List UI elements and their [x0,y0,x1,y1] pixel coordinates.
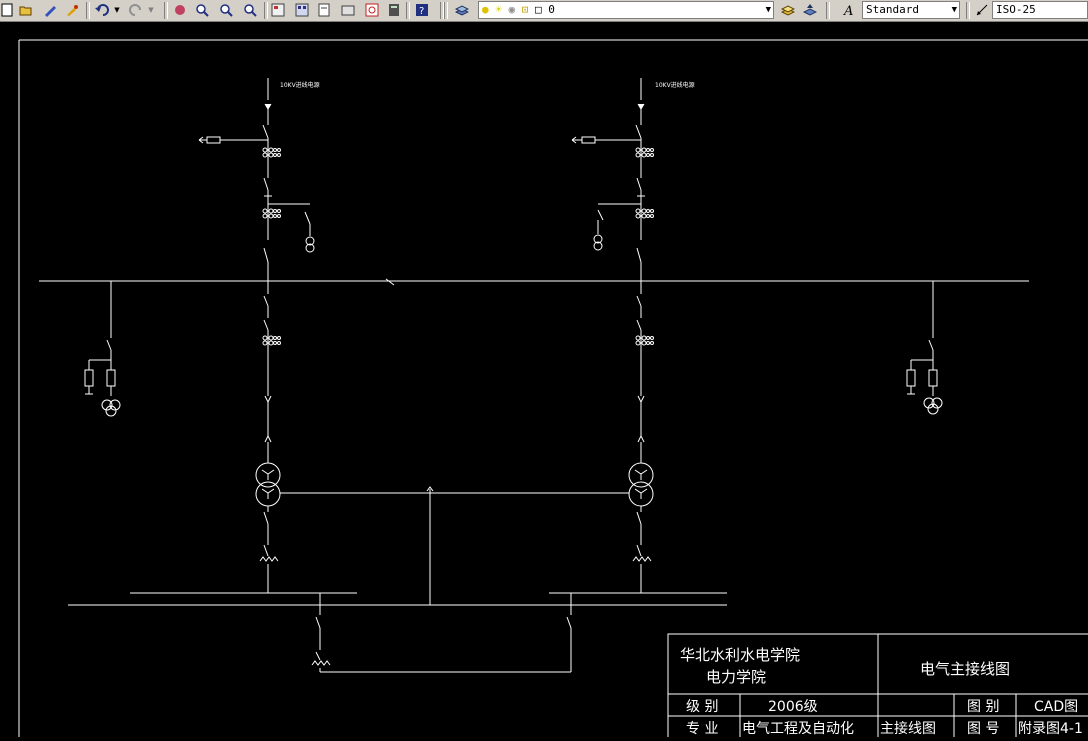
category-label: 图 别 [967,699,999,715]
pencil-icon[interactable] [42,2,58,18]
redo-dropdown-icon[interactable]: ▼ [146,2,156,18]
redo-icon[interactable] [128,2,144,18]
dim-style-combo[interactable]: ISO-25 [992,1,1088,19]
drawing-title: 电气主接线图 [920,660,1010,678]
lightbulb-icon: ● [482,3,489,16]
dim-style-icon[interactable] [974,2,990,18]
undo-dropdown-icon[interactable]: ▼ [112,2,122,18]
open-icon[interactable] [18,2,34,18]
new-icon[interactable] [0,2,16,18]
calculator-icon[interactable] [386,2,402,18]
grade-label: 级 别 [686,699,718,715]
left-incomer [198,78,315,593]
standard-toolbar: ▼ ▼ ? ● ☀ ◉ ⊡ □ 0 ▼ A Standard ▼ ISO-25 [0,0,1088,22]
sheet-set-icon[interactable] [340,2,356,18]
color-swatch-icon: □ [535,3,542,16]
tool-palettes-icon[interactable] [316,2,332,18]
bus-section-mark [385,278,395,286]
undo-icon[interactable] [94,2,110,18]
drawing-area[interactable]: 10KV进线电源 10KV进线电源 华北水利水电学院 电力学院 电气主接线图 级… [0,22,1088,741]
school-name: 华北水利水电学院 [680,646,800,664]
number-label: 图 号 [967,721,999,737]
markup-icon[interactable] [364,2,380,18]
zoom-previous-icon[interactable] [242,2,258,18]
chevron-down-icon: ▼ [951,5,957,15]
college-name: 电力学院 [706,668,766,686]
number-value: 附录图4-1 [1018,721,1083,737]
chevron-down-icon: ▼ [765,5,771,15]
right-pt-branch [906,281,943,415]
left-feed-label: 10KV进线电源 [280,81,320,89]
sun-icon: ☀ [495,3,502,16]
design-center-icon[interactable] [294,2,310,18]
left-pt-branch [84,281,121,417]
make-layer-current-icon[interactable] [780,2,796,18]
pan-icon[interactable] [172,2,188,18]
zoom-realtime-icon[interactable] [194,2,210,18]
layer-previous-icon[interactable] [802,2,818,18]
text-style-value: Standard [866,3,919,16]
dim-style-value: ISO-25 [996,3,1036,16]
svg-text:A: A [843,4,853,17]
freeze-viewport-icon: ◉ [508,3,516,16]
layer-manager-icon[interactable] [454,2,470,18]
grade-value: 2006级 [768,699,818,715]
layer-combo[interactable]: ● ☀ ◉ ⊡ □ 0 ▼ [478,1,774,19]
text-style-icon[interactable]: A [842,2,858,18]
lock-icon: ⊡ [521,3,529,16]
category-value: CAD图 [1034,699,1078,715]
brush-icon[interactable] [64,2,80,18]
right-feed-label: 10KV进线电源 [655,81,695,89]
drawing-name-value: 主接线图 [880,720,936,737]
right-incomer [571,78,654,593]
zoom-window-icon[interactable] [218,2,234,18]
layer-name: 0 [548,3,555,16]
major-value: 电气工程及自动化 [742,721,854,737]
svg-text:?: ? [419,6,424,17]
properties-icon[interactable] [270,2,286,18]
schematic-canvas: 10KV进线电源 10KV进线电源 华北水利水电学院 电力学院 电气主接线图 级… [18,39,1088,741]
help-icon[interactable]: ? [414,2,430,18]
major-label: 专 业 [686,721,718,737]
text-style-combo[interactable]: Standard ▼ [862,1,960,19]
